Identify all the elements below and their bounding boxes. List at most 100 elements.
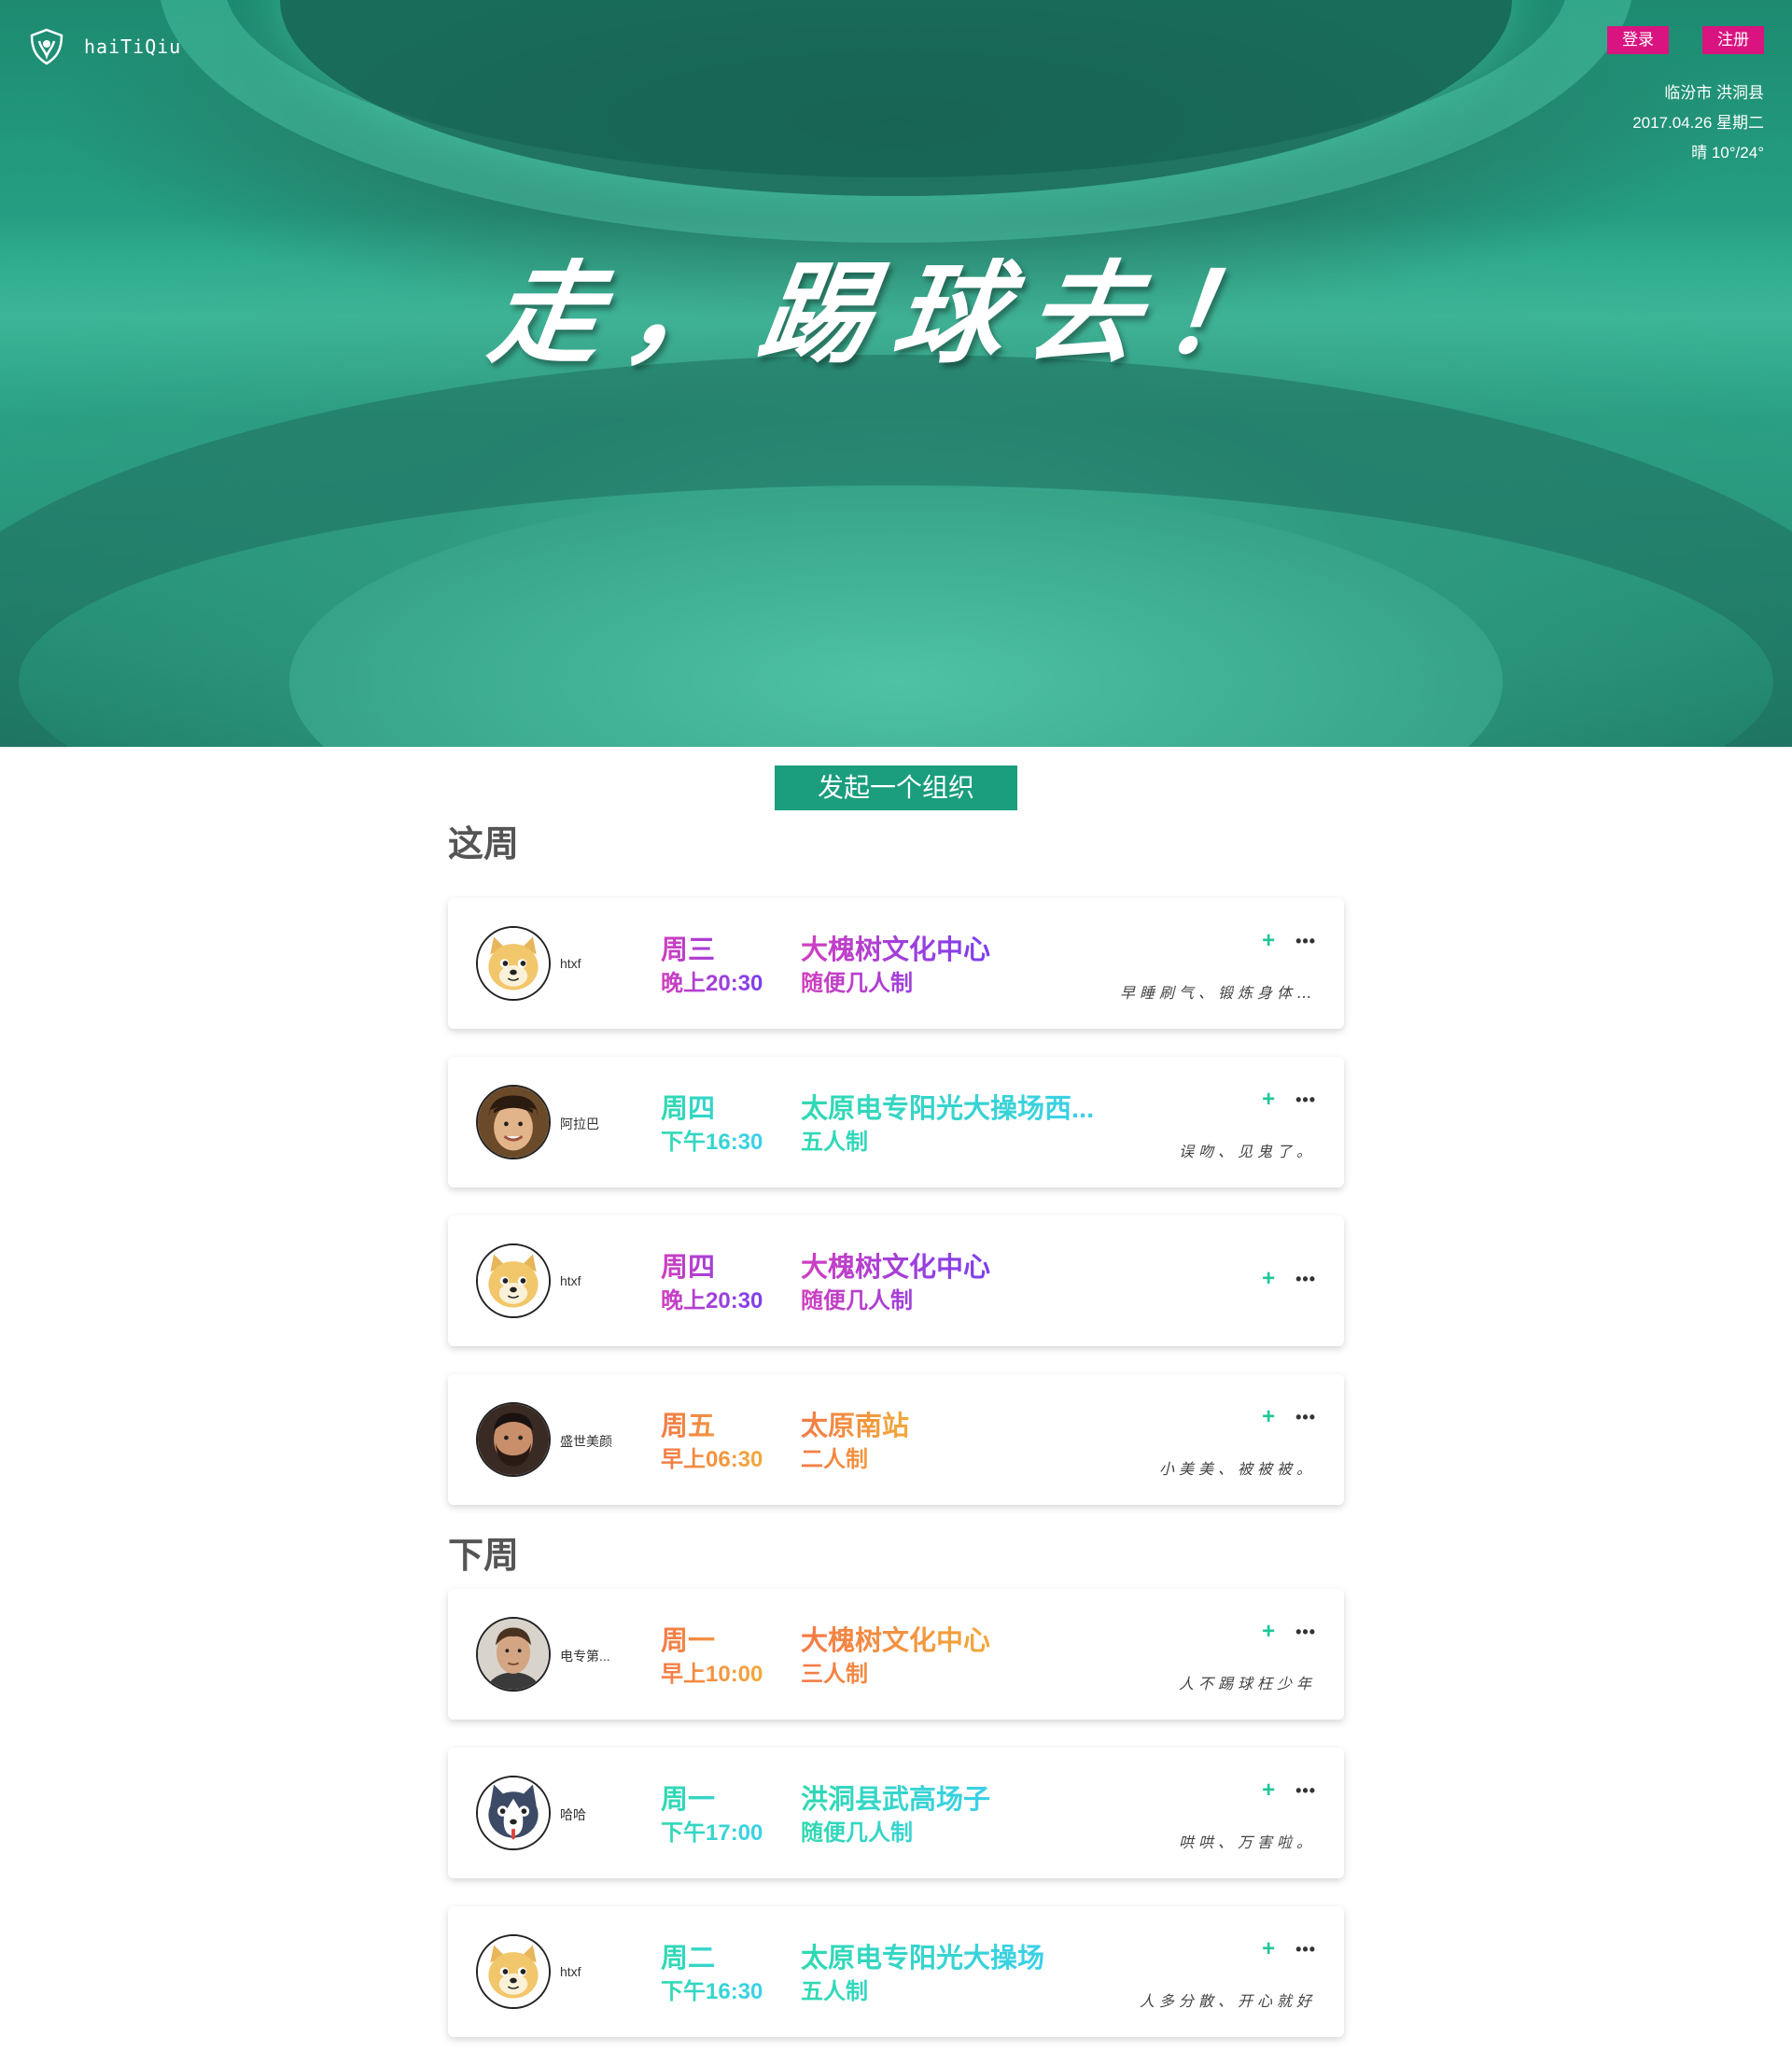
- card-day: 周三: [661, 935, 716, 965]
- card-where: 大槐树文化中心 三人制: [801, 1624, 990, 1692]
- card-when: 周四 晚上20:30: [661, 1251, 763, 1318]
- cta-area: 发起一个组织: [0, 766, 1792, 810]
- card-username[interactable]: htxf: [560, 1964, 625, 1979]
- card-note: 人不踢球枉少年: [1178, 1675, 1316, 1693]
- game-card[interactable]: 哈哈 周一 下午17:00 洪洞县武高场子 随便几人制 + ••• 哄哄、万害啦…: [448, 1748, 1344, 1878]
- card-note: 人多分散、开心就好: [1139, 1992, 1316, 2010]
- card-time: 晚上20:30: [661, 1288, 763, 1313]
- card-day: 周一: [661, 1785, 716, 1815]
- card-note: 误吻、见鬼了。: [1178, 1143, 1316, 1160]
- game-card[interactable]: 盛世美颜 周五 早上06:30 太原南站 二人制 + ••• 小美美、被被被。: [448, 1374, 1344, 1505]
- schedule-content: 这周 htxf 周三 晚上20:30 大槐树文化中心 随便几人制 + ••• 早…: [448, 822, 1344, 2065]
- doge-avatar-icon[interactable]: [476, 1243, 551, 1318]
- card-when: 周一 下午17:00: [661, 1783, 763, 1850]
- add-icon[interactable]: +: [1262, 1268, 1275, 1290]
- card-mode: 三人制: [801, 1662, 868, 1687]
- card-day: 周五: [661, 1412, 716, 1441]
- brand[interactable]: haiTiQiu: [26, 26, 181, 67]
- card-place: 大槐树文化中心: [801, 1253, 991, 1283]
- login-button[interactable]: 登录: [1607, 26, 1669, 54]
- card-place: 太原电专阳光大操场西...: [801, 1094, 1095, 1124]
- card-time: 下午16:30: [661, 1130, 763, 1155]
- add-icon[interactable]: +: [1262, 1089, 1275, 1111]
- card-note: 小美美、被被被。: [1158, 1460, 1316, 1478]
- card-day: 周二: [661, 1944, 716, 1974]
- card-day: 周四: [661, 1094, 716, 1124]
- husky-avatar-icon[interactable]: [476, 1776, 551, 1850]
- this-week-title: 这周: [448, 825, 520, 864]
- card-time: 下午16:30: [661, 1979, 763, 2004]
- card-when: 周五 早上06:30: [661, 1410, 763, 1477]
- card-when: 周三 晚上20:30: [661, 934, 763, 1001]
- hero-banner: haiTiQiu 登录 注册 临汾市 洪洞县 2017.04.26 星期二 晴 …: [0, 0, 1792, 747]
- auth-buttons: 登录 注册: [1607, 26, 1764, 54]
- doge-avatar-icon[interactable]: [476, 926, 551, 1001]
- card-mode: 五人制: [801, 1130, 868, 1155]
- location-info: 临汾市 洪洞县 2017.04.26 星期二 晴 10°/24°: [1632, 78, 1764, 168]
- card-place: 太原电专阳光大操场: [801, 1944, 1045, 1974]
- more-icon[interactable]: •••: [1295, 1271, 1316, 1287]
- card-day: 周一: [661, 1626, 716, 1656]
- card-mode: 二人制: [801, 1447, 868, 1472]
- card-place: 大槐树文化中心: [801, 1626, 991, 1656]
- card-time: 下午17:00: [661, 1820, 763, 1846]
- add-icon[interactable]: +: [1262, 1621, 1275, 1643]
- card-mode: 随便几人制: [801, 971, 913, 996]
- date-text: 2017.04.26 星期二: [1632, 114, 1764, 132]
- game-card[interactable]: htxf 周二 下午16:30 太原电专阳光大操场 五人制 + ••• 人多分散…: [448, 1906, 1344, 2037]
- card-time: 早上06:30: [661, 1447, 763, 1472]
- card-actions: + •••: [1262, 930, 1316, 952]
- card-where: 太原电专阳光大操场西... 五人制: [801, 1092, 1094, 1159]
- card-username[interactable]: 阿拉巴: [560, 1115, 625, 1133]
- more-icon[interactable]: •••: [1295, 933, 1316, 949]
- next-week-title: 下周: [448, 1537, 520, 1576]
- game-card[interactable]: htxf 周三 晚上20:30 大槐树文化中心 随便几人制 + ••• 早睡刷气…: [448, 898, 1344, 1029]
- card-when: 周四 下午16:30: [661, 1092, 763, 1159]
- card-username[interactable]: 盛世美颜: [560, 1432, 625, 1451]
- card-when: 周二 下午16:30: [661, 1942, 763, 2009]
- hero-slogan: 走，踢球去！: [482, 248, 1308, 378]
- location-text: 临汾市 洪洞县: [1664, 84, 1764, 102]
- more-icon[interactable]: •••: [1295, 1409, 1316, 1426]
- card-place: 太原南站: [801, 1412, 910, 1441]
- card-when: 周一 早上10:00: [661, 1624, 763, 1692]
- game-card[interactable]: 阿拉巴 周四 下午16:30 太原电专阳光大操场西... 五人制 + ••• 误…: [448, 1057, 1344, 1187]
- card-mode: 随便几人制: [801, 1288, 913, 1313]
- card-username[interactable]: htxf: [560, 956, 625, 971]
- more-icon[interactable]: •••: [1295, 1941, 1316, 1958]
- doge-avatar-icon[interactable]: [476, 1934, 551, 2009]
- game-card[interactable]: 电专第... 周一 早上10:00 大槐树文化中心 三人制 + ••• 人不踢球…: [448, 1589, 1344, 1720]
- card-mode: 随便几人制: [801, 1820, 913, 1846]
- register-button[interactable]: 注册: [1702, 26, 1764, 54]
- bearded-man-avatar-icon[interactable]: [476, 1402, 551, 1477]
- card-mode: 五人制: [801, 1979, 868, 2004]
- card-note: 哄哄、万害啦。: [1178, 1833, 1316, 1851]
- card-time: 晚上20:30: [661, 971, 763, 996]
- card-username[interactable]: htxf: [560, 1273, 625, 1288]
- weather-text: 晴 10°/24°: [1691, 144, 1764, 162]
- card-where: 太原南站 二人制: [801, 1410, 909, 1477]
- brand-name: haiTiQiu: [84, 35, 182, 58]
- man-avatar-icon[interactable]: [476, 1617, 551, 1692]
- boy-avatar-icon[interactable]: [476, 1085, 551, 1159]
- card-where: 大槐树文化中心 随便几人制: [801, 1251, 990, 1318]
- add-icon[interactable]: +: [1262, 1779, 1275, 1802]
- card-actions: + •••: [1262, 1089, 1316, 1111]
- card-username[interactable]: 哈哈: [560, 1805, 625, 1824]
- card-note: 早睡刷气、锻炼身体…: [1119, 984, 1316, 1002]
- more-icon[interactable]: •••: [1295, 1623, 1316, 1640]
- create-organization-button[interactable]: 发起一个组织: [775, 766, 1017, 810]
- card-where: 大槐树文化中心 随便几人制: [801, 934, 990, 1001]
- card-actions: + •••: [1262, 1621, 1316, 1643]
- card-username[interactable]: 电专第...: [560, 1647, 625, 1665]
- card-actions: + •••: [1262, 1268, 1316, 1290]
- add-icon[interactable]: +: [1262, 1406, 1275, 1428]
- card-day: 周四: [661, 1253, 716, 1283]
- more-icon[interactable]: •••: [1295, 1782, 1316, 1799]
- game-card[interactable]: htxf 周四 晚上20:30 大槐树文化中心 随便几人制 + •••: [448, 1215, 1344, 1346]
- add-icon[interactable]: +: [1262, 1938, 1275, 1960]
- card-where: 洪洞县武高场子 随便几人制: [801, 1783, 990, 1850]
- more-icon[interactable]: •••: [1295, 1091, 1316, 1108]
- football-shield-icon: [30, 28, 63, 65]
- add-icon[interactable]: +: [1262, 930, 1275, 952]
